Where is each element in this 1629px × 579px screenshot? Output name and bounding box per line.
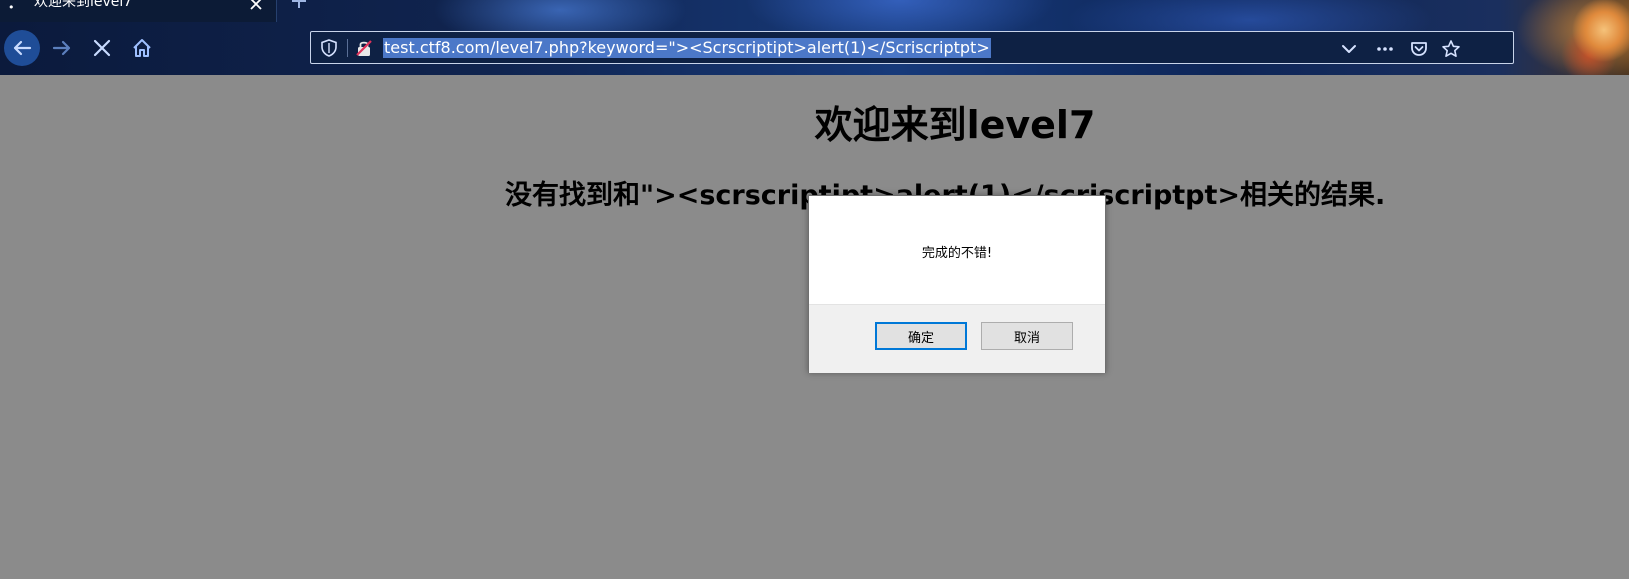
chevron-down-icon[interactable]: [1339, 39, 1359, 59]
stop-button[interactable]: [86, 32, 118, 64]
url-text[interactable]: test.ctf8.com/level7.php?keyword="><Scrs…: [383, 38, 991, 58]
new-tab-icon[interactable]: [290, 0, 308, 10]
insecure-lock-icon[interactable]: [355, 39, 373, 57]
alert-dialog: 完成的不错! 确定 取消: [808, 195, 1106, 373]
dialog-message: 完成的不错!: [921, 246, 993, 261]
home-icon: [133, 39, 151, 57]
browser-chrome: • 欢迎来到level7 test.ctf8.com/level7.php?ke…: [0, 0, 1629, 75]
tab-title: 欢迎来到level7: [34, 0, 133, 10]
arrow-right-icon: [52, 40, 71, 56]
close-icon: [93, 39, 111, 57]
arrow-left-icon: [13, 40, 32, 56]
page-title: 欢迎来到level7: [814, 103, 1096, 147]
url-separator: [347, 39, 348, 57]
tab-loading-indicator: •: [8, 1, 15, 14]
theme-artwork: [1559, 0, 1629, 75]
cancel-button[interactable]: 取消: [981, 322, 1073, 350]
shield-icon[interactable]: [321, 39, 337, 57]
pocket-icon[interactable]: [1409, 39, 1429, 59]
home-button[interactable]: [126, 32, 158, 64]
back-button[interactable]: [4, 30, 40, 66]
dialog-footer: 确定 取消: [809, 304, 1105, 373]
bookmark-star-icon[interactable]: [1441, 39, 1461, 59]
browser-tab[interactable]: • 欢迎来到level7: [0, 0, 277, 22]
forward-button[interactable]: [46, 32, 78, 64]
more-actions-icon[interactable]: [1375, 39, 1395, 59]
close-tab-icon[interactable]: [248, 0, 264, 12]
address-bar[interactable]: test.ctf8.com/level7.php?keyword="><Scrs…: [310, 31, 1514, 64]
tab-bar: • 欢迎来到level7: [0, 0, 1629, 22]
ok-button[interactable]: 确定: [875, 322, 967, 350]
